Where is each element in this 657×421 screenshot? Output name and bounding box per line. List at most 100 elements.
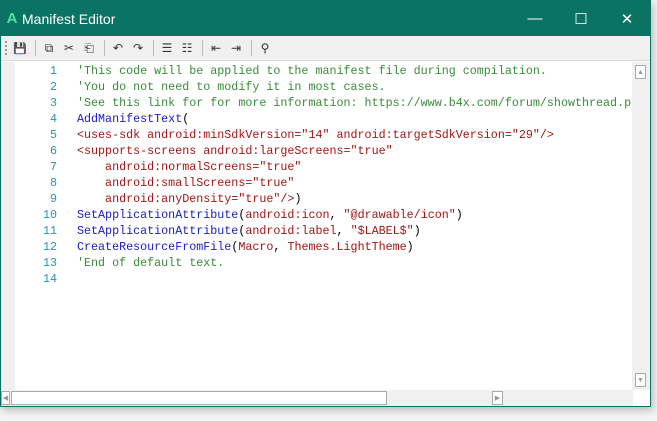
line-number: 3 bbox=[49, 96, 57, 110]
code-token-keyword: SetApplicationAttribute bbox=[77, 224, 239, 238]
window-title: Manifest Editor bbox=[22, 10, 116, 27]
code-token-comment: 'End of default text. bbox=[77, 256, 225, 270]
line-number: 1 bbox=[49, 64, 57, 78]
line-code: 'This code will be applied to the manife… bbox=[77, 63, 547, 79]
code-token-string: android:label bbox=[245, 224, 337, 238]
minimize-button[interactable]: — bbox=[512, 1, 558, 36]
toolbar-separator bbox=[35, 40, 36, 56]
code-token-string: Macro bbox=[238, 240, 274, 254]
horizontal-scroll-thumb[interactable] bbox=[11, 391, 387, 405]
code-token-comment: 'You do not need to modify it in most ca… bbox=[77, 80, 386, 94]
uncomment-icon: ☷ bbox=[181, 41, 193, 55]
outdent-button[interactable]: ⇤ bbox=[207, 39, 225, 57]
code-line[interactable]: 12 CreateResourceFromFile(Macro, Themes.L… bbox=[1, 239, 632, 255]
line-number: 6 bbox=[49, 144, 57, 158]
undo-button[interactable]: ↶ bbox=[109, 39, 127, 57]
maximize-button[interactable]: ☐ bbox=[558, 1, 604, 36]
code-token-string: android:anyDensity="true"/> bbox=[77, 192, 295, 206]
close-button[interactable]: ✕ bbox=[604, 1, 650, 36]
cut-icon: ✂ bbox=[63, 41, 75, 55]
paste-button[interactable]: ⎗ bbox=[80, 39, 98, 57]
code-line[interactable]: 3 'See this link for for more information… bbox=[1, 95, 632, 111]
line-code: 'End of default text. bbox=[77, 255, 224, 271]
code-line[interactable]: 7 android:normalScreens="true" bbox=[1, 159, 632, 175]
code-token-comment: 'See this link for for more information:… bbox=[77, 96, 632, 110]
code-token-string: android:normalScreens="true" bbox=[77, 160, 302, 174]
vertical-scrollbar[interactable]: ▲ ▼ bbox=[632, 62, 650, 390]
code-token-comment: 'This code will be applied to the manife… bbox=[77, 64, 547, 78]
toolbar: 💾 ⧉ ✂ ⎗ ↶ ↷ ☰ ☷ ⇤ ⇥ ⚲ bbox=[1, 36, 650, 61]
code-line[interactable]: 8 android:smallScreens="true" bbox=[1, 175, 632, 191]
code-token-plain: ) bbox=[294, 192, 302, 206]
uncomment-button[interactable]: ☷ bbox=[178, 39, 196, 57]
code-token-plain: ) bbox=[406, 240, 414, 254]
redo-button[interactable]: ↷ bbox=[129, 39, 147, 57]
horizontal-scrollbar[interactable]: ◀ ▶ bbox=[1, 390, 633, 406]
line-number: 8 bbox=[49, 176, 57, 190]
scroll-up-button[interactable]: ▲ bbox=[635, 65, 646, 79]
title-bar: A Manifest Editor — ☐ ✕ bbox=[1, 1, 650, 36]
code-line[interactable]: 9 android:anyDensity="true"/>) bbox=[1, 191, 632, 207]
code-token-string: android:icon bbox=[245, 208, 330, 222]
scroll-right-button[interactable]: ▶ bbox=[492, 391, 503, 405]
cut-button[interactable]: ✂ bbox=[60, 39, 78, 57]
line-code: android:anyDensity="true"/>) bbox=[77, 191, 301, 207]
app-logo-icon: A bbox=[6, 10, 18, 27]
toolbar-separator bbox=[153, 40, 154, 56]
code-editor[interactable]: 1 'This code will be applied to the manif… bbox=[1, 62, 650, 390]
line-number: 4 bbox=[49, 112, 57, 126]
search-icon: ⚲ bbox=[260, 41, 270, 55]
line-number: 9 bbox=[49, 192, 57, 206]
code-token-keyword: SetApplicationAttribute bbox=[77, 208, 239, 222]
scroll-down-button[interactable]: ▼ bbox=[635, 373, 646, 387]
code-line[interactable]: 14 bbox=[1, 271, 632, 287]
toolbar-separator bbox=[202, 40, 203, 56]
search-button[interactable]: ⚲ bbox=[256, 39, 274, 57]
save-icon: 💾 bbox=[13, 42, 27, 55]
copy-button[interactable]: ⧉ bbox=[40, 39, 58, 57]
manifest-editor-window: A Manifest Editor — ☐ ✕ 💾 ⧉ ✂ ⎗ ↶ ↷ ☰ ☷ ⇤ ⇥ ⚲ 1 'Th… bbox=[0, 0, 651, 407]
line-number: 7 bbox=[49, 160, 57, 174]
paste-icon: ⎗ bbox=[84, 40, 94, 55]
toolbar-grip[interactable] bbox=[5, 41, 7, 55]
code-token-plain: ( bbox=[182, 112, 190, 126]
comment-button[interactable]: ☰ bbox=[158, 39, 176, 57]
line-number: 13 bbox=[42, 256, 57, 270]
code-token-plain: , bbox=[336, 224, 351, 238]
code-line[interactable]: 5 <uses-sdk android:minSdkVersion="14" an… bbox=[1, 127, 632, 143]
undo-icon: ↶ bbox=[112, 41, 124, 55]
code-token-string: <uses-sdk android:minSdkVersion="14" and… bbox=[77, 128, 554, 142]
code-line[interactable]: 11 SetApplicationAttribute(android:label,… bbox=[1, 223, 632, 239]
indent-icon: ⇥ bbox=[230, 41, 242, 55]
code-line[interactable]: 6 <supports-screens android:largeScreens=… bbox=[1, 143, 632, 159]
line-code: CreateResourceFromFile(Macro, Themes.Lig… bbox=[77, 239, 414, 255]
line-code: android:smallScreens="true" bbox=[77, 175, 294, 191]
code-lines[interactable]: 1 'This code will be applied to the manif… bbox=[1, 63, 632, 287]
outdent-icon: ⇤ bbox=[210, 41, 222, 55]
code-line[interactable]: 2 'You do not need to modify it in most c… bbox=[1, 79, 632, 95]
line-code: SetApplicationAttribute(android:icon, "@… bbox=[77, 207, 463, 223]
toolbar-separator bbox=[251, 40, 252, 56]
line-code: <supports-screens android:largeScreens="… bbox=[77, 143, 393, 159]
line-number: 2 bbox=[49, 80, 57, 94]
code-token-plain: ) bbox=[413, 224, 421, 238]
indent-button[interactable]: ⇥ bbox=[227, 39, 245, 57]
code-token-string: "$LABEL$" bbox=[350, 224, 414, 238]
line-number: 10 bbox=[42, 208, 57, 222]
code-token-keyword: CreateResourceFromFile bbox=[77, 240, 232, 254]
code-token-keyword: AddManifestText bbox=[77, 112, 183, 126]
code-line[interactable]: 13 'End of default text. bbox=[1, 255, 632, 271]
copy-icon: ⧉ bbox=[44, 40, 54, 55]
line-code: SetApplicationAttribute(android:label, "… bbox=[77, 223, 421, 239]
line-code: AddManifestText( bbox=[77, 111, 189, 127]
code-line[interactable]: 10 SetApplicationAttribute(android:icon, … bbox=[1, 207, 632, 223]
code-token-string: "@drawable/icon" bbox=[343, 208, 456, 222]
line-number: 11 bbox=[42, 224, 57, 238]
line-code: 'See this link for for more information:… bbox=[77, 95, 632, 111]
code-line[interactable]: 4 AddManifestText( bbox=[1, 111, 632, 127]
save-button[interactable]: 💾 bbox=[11, 39, 29, 57]
code-token-plain: , bbox=[329, 208, 344, 222]
code-line[interactable]: 1 'This code will be applied to the manif… bbox=[1, 63, 632, 79]
line-code: android:normalScreens="true" bbox=[77, 159, 301, 175]
scroll-left-button[interactable]: ◀ bbox=[1, 391, 10, 405]
